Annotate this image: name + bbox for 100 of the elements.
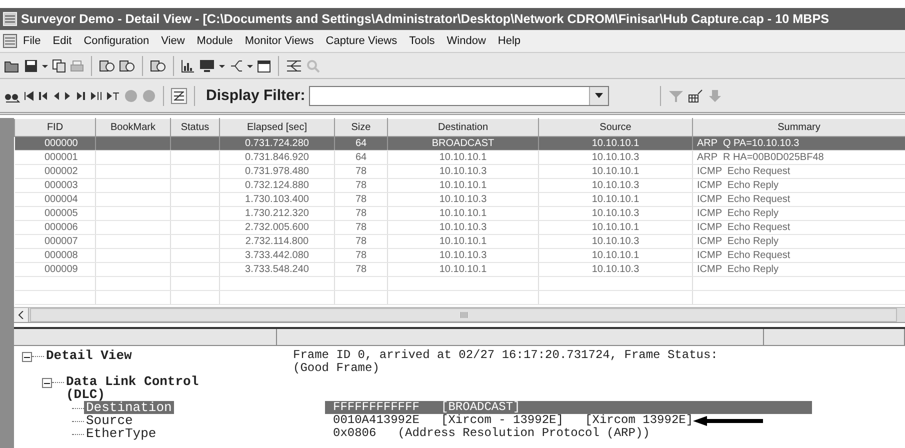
- table-cell: 000005: [14, 206, 96, 220]
- app-icon: [3, 12, 17, 26]
- monitor-icon[interactable]: [199, 58, 215, 72]
- table-cell: 10.10.10.3: [388, 248, 538, 262]
- branch-icon[interactable]: [229, 58, 243, 72]
- chevron-left-icon[interactable]: [18, 311, 24, 319]
- table-cell: 10.10.10.1: [538, 192, 692, 206]
- table-cell: 10.10.10.1: [538, 248, 692, 262]
- table-cell: ICMP Echo Reply: [692, 206, 905, 220]
- table-cell: 78: [334, 178, 388, 192]
- table-cell: 1.730.212.320: [220, 206, 334, 220]
- filter-label: Display Filter:: [206, 87, 306, 104]
- menu-item[interactable]: Monitor Views: [238, 35, 320, 47]
- table-cell: 78: [334, 164, 388, 178]
- list-icon[interactable]: [286, 58, 302, 72]
- menu-item[interactable]: File: [17, 35, 47, 47]
- table-cell: 000003: [14, 178, 96, 192]
- table-row[interactable]: 000005 1.730.212.320 78 10.10.10.1 10.10.10.3 ICMP Echo Reply: [14, 206, 905, 220]
- table-cell: 000002: [14, 164, 96, 178]
- table-cell: ICMP Echo Reply: [692, 234, 905, 248]
- table-row[interactable]: 000004 1.730.103.400 78 10.10.10.3 10.10.10.1 ICMP Echo Request: [14, 192, 905, 206]
- field-value: Frame ID 0, arrived at 02/27 16:17:20.731724, Frame Status: (Good Frame): [293, 349, 719, 375]
- tree-item[interactable]: Data Link Control (DLC): [64, 375, 238, 401]
- column-header[interactable]: FID: [14, 118, 96, 136]
- table-cell: 3.733.548.240: [220, 262, 334, 276]
- column-header[interactable]: Size: [334, 118, 388, 136]
- field-value: 0x0806 (Address Resolution Protocol (ARP)): [333, 427, 650, 440]
- table-cell: 000001: [14, 150, 96, 164]
- menu-icon[interactable]: [3, 34, 17, 48]
- folder-icon[interactable]: [4, 58, 20, 72]
- scroll-left-button[interactable]: [14, 308, 29, 322]
- table-cell: 10.10.10.3: [388, 192, 538, 206]
- menu-item[interactable]: Window: [440, 35, 492, 47]
- expander-icon[interactable]: [22, 352, 32, 362]
- menu-item[interactable]: Capture Views: [320, 35, 404, 47]
- table-cell: 0.732.124.880: [220, 178, 334, 192]
- table-cell: 10.10.10.1: [388, 206, 538, 220]
- table-row[interactable]: 000006 2.732.005.600 78 10.10.10.3 10.10.10.1 ICMP Echo Request: [14, 220, 905, 234]
- table-cell: 78: [334, 220, 388, 234]
- table-row[interactable]: 000002 0.731.978.480 78 10.10.10.3 10.10.10.1 ICMP Echo Request: [14, 164, 905, 178]
- table-cell: 1.730.103.400: [220, 192, 334, 206]
- column-header[interactable]: Summary: [692, 118, 905, 136]
- table-row[interactable]: 000001 0.731.846.920 64 10.10.10.1 10.10.10.3 ARP R HA=00B0D025BF48: [14, 150, 905, 164]
- table-cell: ARP Q PA=10.10.10.3: [692, 136, 905, 150]
- filter-field[interactable]: [309, 86, 610, 106]
- table-cell: ICMP Echo Request: [692, 248, 905, 262]
- menu-item[interactable]: Configuration: [78, 35, 156, 47]
- table-cell: 10.10.10.1: [538, 164, 692, 178]
- column-header[interactable]: Status: [170, 118, 220, 136]
- table-cell: 000006: [14, 220, 96, 234]
- window-title: Surveyor Demo - Detail View - [C:\Documents and Settings\Administrator\Desktop\Network CDROM\Finisar\Hub Capture.cap - 10 MBPS: [21, 12, 830, 26]
- column-header[interactable]: BookMark: [96, 118, 170, 136]
- table-cell: 10.10.10.3: [538, 178, 692, 192]
- field-value: FFFFFFFFFFFF [BROADCAST]: [333, 401, 520, 414]
- table-cell: 0.731.846.920: [220, 150, 334, 164]
- column-header[interactable]: Elapsed [sec]: [220, 118, 334, 136]
- table-cell: 10.10.10.3: [538, 150, 692, 164]
- table-cell: 10.10.10.1: [388, 262, 538, 276]
- column-header[interactable]: Destination: [388, 118, 538, 136]
- table-row[interactable]: 000000 0.731.724.280 64 BROADCAST 10.10.10.1 ARP Q PA=10.10.10.3: [14, 136, 905, 150]
- table-cell: 0.731.978.480: [220, 164, 334, 178]
- table-cell: 64: [334, 150, 388, 164]
- table-cell: 78: [334, 262, 388, 276]
- table-cell: 10.10.10.3: [538, 206, 692, 220]
- table-cell: 10.10.10.3: [388, 164, 538, 178]
- tree-item[interactable]: Source: [84, 414, 135, 427]
- window-icon[interactable]: [257, 58, 271, 72]
- menu-item[interactable]: Tools: [403, 35, 441, 47]
- table-row[interactable]: 000009 3.733.548.240 78 10.10.10.1 10.10.10.3 ICMP Echo Reply: [14, 262, 905, 276]
- table-cell: ICMP Echo Request: [692, 220, 905, 234]
- tree-item[interactable]: Destination: [84, 401, 174, 414]
- menu-item[interactable]: Edit: [46, 35, 78, 47]
- table-cell: 000009: [14, 262, 96, 276]
- table-icon[interactable]: [688, 88, 704, 102]
- table-cell: BROADCAST: [388, 136, 538, 150]
- dropdown-caret-icon[interactable]: [595, 93, 604, 98]
- table-cell: ICMP Echo Request: [692, 192, 905, 206]
- table-row[interactable]: 000003 0.732.124.880 78 10.10.10.1 10.10.10.3 ICMP Echo Reply: [14, 178, 905, 192]
- table-cell: 10.10.10.3: [538, 234, 692, 248]
- table-cell: ICMP Echo Request: [692, 164, 905, 178]
- filter-list-icon[interactable]: [171, 88, 187, 104]
- bar-chart-icon[interactable]: [181, 58, 195, 72]
- column-header[interactable]: Source: [538, 118, 692, 136]
- tree-item[interactable]: EtherType: [84, 427, 158, 440]
- table-cell: 64: [334, 136, 388, 150]
- scrollbar-thumb[interactable]: [30, 308, 897, 322]
- table-row[interactable]: 000008 3.733.442.080 78 10.10.10.3 10.10.10.1 ICMP Echo Request: [14, 248, 905, 262]
- menu-item[interactable]: Help: [492, 35, 527, 47]
- table-row[interactable]: 000007 2.732.114.800 78 10.10.10.1 10.10.10.3 ICMP Echo Reply: [14, 234, 905, 248]
- skip-start-icon[interactable]: [24, 88, 34, 102]
- menu-item[interactable]: Module: [190, 35, 239, 47]
- table-cell: 000007: [14, 234, 96, 248]
- table-cell: 10.10.10.1: [388, 178, 538, 192]
- table-cell: 2.732.114.800: [220, 234, 334, 248]
- tree-item[interactable]: Detail View: [44, 349, 218, 362]
- copy-icon[interactable]: [52, 58, 66, 72]
- table-cell: ARP R HA=00B0D025BF48: [692, 150, 905, 164]
- menu-item[interactable]: View: [155, 35, 191, 47]
- field-value: 0010A413992E [Xircom - 13992E] [Xircom 13992E]: [333, 414, 694, 427]
- expander-icon[interactable]: [42, 378, 52, 388]
